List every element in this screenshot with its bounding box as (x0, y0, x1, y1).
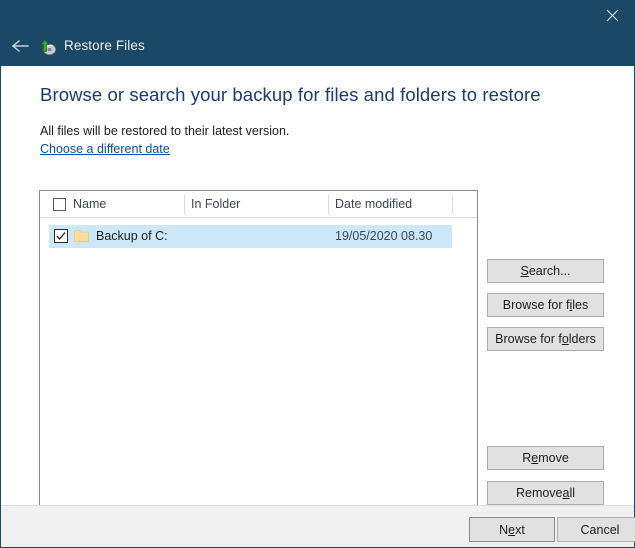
column-separator[interactable] (452, 195, 453, 214)
close-icon (606, 9, 619, 22)
restore-files-window: Restore Files Browse or search your back… (0, 0, 635, 548)
table-row[interactable]: Backup of C: 19/05/2020 08.30 (49, 225, 452, 248)
next-label-before: N (499, 522, 509, 537)
search-button-accel: S (520, 264, 529, 278)
back-arrow-icon (10, 38, 30, 54)
remove-label-before: R (522, 451, 532, 465)
content-area: Browse or search your backup for files a… (1, 66, 634, 506)
row-date-cell: 19/05/2020 08.30 (335, 229, 433, 243)
remove-label-after: move (538, 451, 569, 465)
column-separator[interactable] (328, 195, 329, 214)
next-button[interactable]: Ne xt (469, 517, 555, 542)
browse-files-label-after: les (572, 298, 589, 312)
folder-icon (74, 229, 89, 243)
close-button[interactable] (589, 0, 635, 30)
search-button-label-after: earch... (528, 264, 571, 278)
next-label-after: xt (515, 522, 525, 537)
browse-files-label-before: Browse for f (502, 298, 570, 312)
title-bar: Restore Files (0, 0, 635, 66)
search-button[interactable]: Search... (487, 259, 604, 283)
remove-accel: e (531, 451, 539, 465)
select-all-checkbox[interactable] (53, 198, 66, 211)
next-accel: e (508, 522, 516, 537)
column-separator[interactable] (184, 195, 185, 214)
column-header-date-modified[interactable]: Date modified (335, 197, 412, 211)
browse-folders-label-before: Browse for f (495, 332, 562, 346)
window-title: Restore Files (64, 38, 145, 53)
browse-folders-label-after: lders (568, 332, 596, 346)
cancel-label-before: Cancel (580, 522, 620, 537)
remove-all-button[interactable]: Remove a ll (487, 481, 604, 505)
remove-all-label-after: ll (569, 486, 576, 500)
browse-for-files-button[interactable]: Browse for f i les (487, 293, 604, 317)
row-name-cell: Backup of C: (96, 229, 168, 243)
dialog-footer: Ne xt Cancel (1, 505, 635, 547)
restore-disk-icon (38, 36, 58, 56)
remove-button[interactable]: Re move (487, 446, 604, 470)
page-subtitle: All files will be restored to their late… (40, 124, 290, 138)
listview-header: Name In Folder Date modified (40, 191, 477, 218)
remove-all-accel: a (562, 486, 570, 500)
column-header-name[interactable]: Name (73, 197, 106, 211)
page-title: Browse or search your backup for files a… (40, 84, 541, 105)
row-checkbox[interactable] (54, 229, 68, 243)
column-header-in-folder[interactable]: In Folder (191, 197, 240, 211)
browse-for-folders-button[interactable]: Browse for f o lders (487, 327, 604, 351)
backup-items-listview[interactable]: Name In Folder Date modified Backup of C… (39, 190, 478, 506)
choose-different-date-link[interactable]: Choose a different date (40, 142, 170, 156)
back-button[interactable] (6, 33, 34, 59)
remove-all-label-before: Remove (515, 486, 563, 500)
cancel-button[interactable]: Cancel (557, 517, 635, 542)
browse-folders-accel: o (561, 332, 569, 346)
